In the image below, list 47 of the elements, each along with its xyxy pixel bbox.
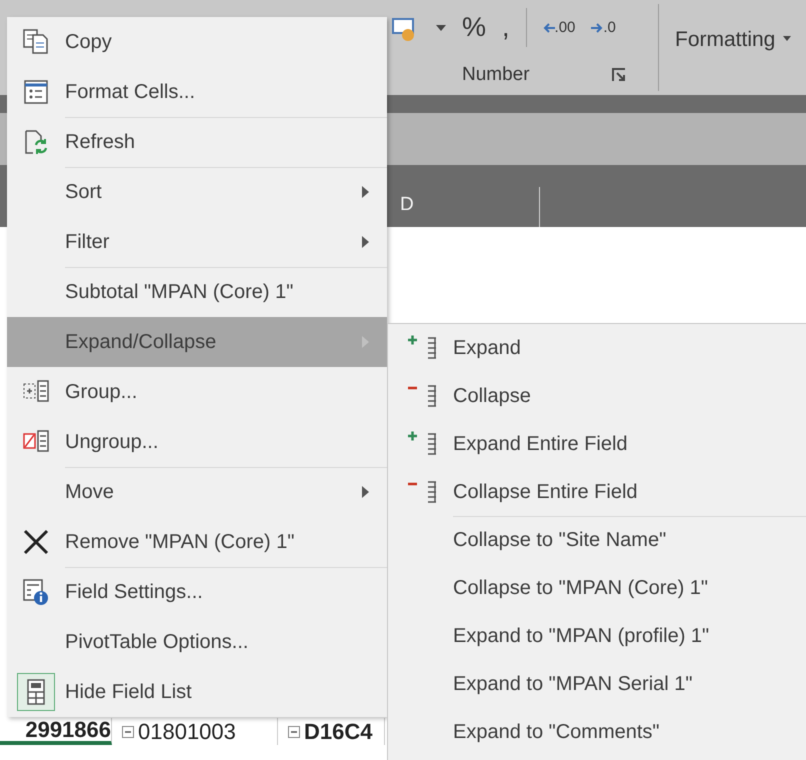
menu-item[interactable]: Hide Field List: [7, 667, 387, 717]
conditional-formatting-button[interactable]: Formatting: [675, 24, 776, 56]
menu-item[interactable]: Expand Entire Field: [388, 420, 806, 468]
comma-style-button[interactable]: ,: [502, 14, 510, 41]
collapse-button-icon[interactable]: [288, 726, 300, 738]
caret-icon[interactable]: [783, 36, 792, 41]
menu-item[interactable]: Remove "MPAN (Core) 1": [7, 517, 387, 567]
expand-list-icon: [406, 431, 436, 457]
menu-item[interactable]: Group...: [7, 367, 387, 417]
menu-item[interactable]: Expand to "MPAN (profile) 1": [388, 612, 806, 660]
group-label: Number: [462, 62, 530, 87]
format-cells-icon: [22, 78, 50, 106]
remove-icon: [22, 528, 50, 556]
menu-item[interactable]: Move: [7, 467, 387, 517]
menu-item[interactable]: Sort: [7, 167, 387, 217]
menu-item[interactable]: Copy: [7, 17, 387, 67]
menu-item[interactable]: Collapse: [388, 372, 806, 420]
table-cell[interactable]: D16C4: [278, 718, 385, 745]
menu-item[interactable]: Expand/Collapse: [7, 317, 387, 367]
expand-list-icon: [406, 335, 436, 361]
menu-item[interactable]: Ungroup...: [7, 417, 387, 467]
menu-item[interactable]: Collapse to "MPAN (Core) 1": [388, 564, 806, 612]
menu-item[interactable]: Subtotal "MPAN (Core) 1": [7, 267, 387, 317]
collapse-list-icon: [406, 383, 436, 409]
increase-arrow-icon[interactable]: [591, 22, 604, 32]
decrease-arrow-icon[interactable]: [542, 22, 555, 32]
menu-item[interactable]: Collapse to "Site Name": [388, 516, 806, 564]
increase-decimal-button[interactable]: .0: [603, 20, 616, 35]
menu-item[interactable]: Expand to "MPAN Serial 1": [388, 660, 806, 708]
menu-item[interactable]: Expand to "Comments": [388, 708, 806, 756]
menu-item[interactable]: Refresh: [7, 117, 387, 167]
caret-icon[interactable]: [436, 24, 446, 30]
table-cell[interactable]: 01801003: [112, 718, 278, 745]
collapse-list-icon: [406, 479, 436, 505]
column-header[interactable]: D: [400, 190, 414, 220]
menu-item[interactable]: Filter: [7, 217, 387, 267]
menu-item[interactable]: Expand: [388, 324, 806, 372]
menu-item[interactable]: PivotTable Options...: [7, 617, 387, 667]
collapse-button-icon[interactable]: [122, 726, 134, 738]
dialog-launcher-icon[interactable]: [612, 68, 626, 82]
copy-icon: [22, 28, 50, 56]
field-settings-icon: [22, 578, 50, 606]
decrease-decimal-button[interactable]: .00: [554, 20, 576, 35]
menu-item[interactable]: Collapse Entire Field: [388, 468, 806, 516]
menu-item[interactable]: Field Settings...: [7, 567, 387, 617]
menu-item[interactable]: Format Cells...: [7, 67, 387, 117]
percent-style-button[interactable]: %: [462, 14, 486, 41]
